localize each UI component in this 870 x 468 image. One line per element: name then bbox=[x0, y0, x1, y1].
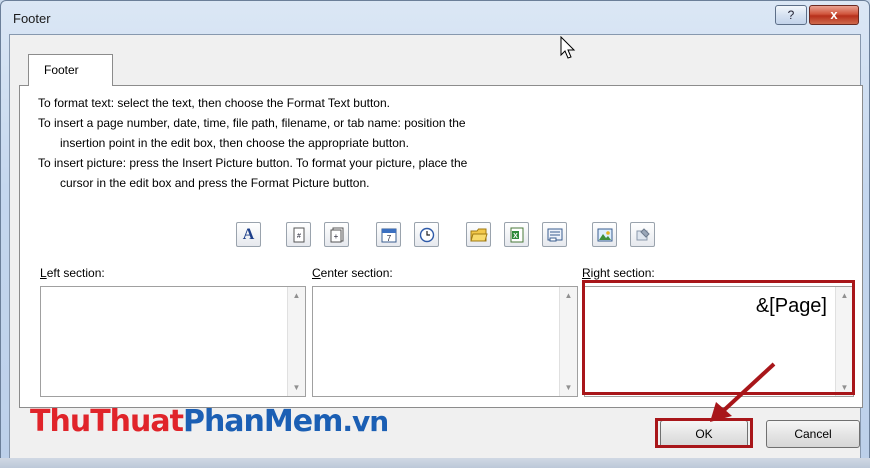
page-number-icon: # bbox=[293, 227, 304, 242]
center-section-input[interactable]: ▲ ▼ bbox=[312, 286, 578, 397]
insert-time-button[interactable] bbox=[414, 222, 439, 247]
right-section-label-accel: R bbox=[582, 266, 591, 280]
help-button[interactable]: ? bbox=[775, 5, 807, 25]
format-picture-icon bbox=[636, 227, 650, 240]
letter-a-icon: A bbox=[242, 225, 255, 243]
left-section-label-accel: L bbox=[40, 266, 47, 280]
watermark-part: PhanMem bbox=[182, 404, 343, 439]
insert-page-number-button[interactable]: # bbox=[286, 222, 311, 247]
right-section-value: &[Page] bbox=[755, 295, 827, 317]
left-section-label: Left section: bbox=[40, 266, 105, 280]
annotation-arrow-icon bbox=[710, 362, 776, 422]
instruction-line: insertion point in the edit box, then ch… bbox=[60, 136, 409, 150]
insert-date-button[interactable]: 7 bbox=[376, 222, 401, 247]
insert-sheet-name-button[interactable] bbox=[542, 222, 567, 247]
format-picture-button[interactable] bbox=[630, 222, 655, 247]
watermark-logo: ThuThuatPhanMem.vn bbox=[30, 404, 389, 439]
close-button[interactable]: x bbox=[809, 5, 859, 25]
instruction-line: To insert a page number, date, time, fil… bbox=[38, 116, 466, 130]
scroll-down-icon[interactable]: ▼ bbox=[836, 379, 853, 396]
right-section-label-text: ight section: bbox=[590, 266, 655, 280]
watermark-part: .vn bbox=[342, 405, 389, 438]
tab-footer[interactable]: Footer bbox=[28, 54, 113, 86]
svg-text:X: X bbox=[513, 233, 518, 240]
svg-text:7: 7 bbox=[386, 234, 391, 243]
calendar-icon: 7 bbox=[381, 228, 396, 243]
center-section-label: Center section: bbox=[312, 266, 393, 280]
sheet-tab-icon bbox=[547, 228, 562, 241]
insert-number-of-pages-button[interactable]: + bbox=[324, 222, 349, 247]
title-bar[interactable]: Footer ? x bbox=[1, 1, 869, 35]
instruction-line: To format text: select the text, then ch… bbox=[38, 96, 390, 110]
svg-text:+: + bbox=[333, 232, 338, 241]
left-section-input[interactable]: ▲ ▼ bbox=[40, 286, 306, 397]
scroll-up-icon[interactable]: ▲ bbox=[836, 287, 853, 304]
scroll-up-icon[interactable]: ▲ bbox=[560, 287, 577, 304]
picture-icon bbox=[597, 228, 612, 241]
scroll-down-icon[interactable]: ▼ bbox=[560, 379, 577, 396]
watermark-part: Thuat bbox=[90, 404, 184, 439]
insert-picture-button[interactable] bbox=[592, 222, 617, 247]
left-section-label-text: eft section: bbox=[46, 266, 105, 280]
folder-icon bbox=[469, 228, 488, 241]
left-section-scrollbar[interactable]: ▲ ▼ bbox=[287, 287, 305, 396]
right-section-label: Right section: bbox=[582, 266, 655, 280]
insert-file-path-button[interactable] bbox=[466, 222, 491, 247]
svg-text:#: # bbox=[297, 233, 301, 240]
scroll-up-icon[interactable]: ▲ bbox=[288, 287, 305, 304]
pages-count-icon: + bbox=[330, 227, 343, 242]
mouse-cursor-icon bbox=[560, 36, 576, 59]
center-section-label-accel: C bbox=[312, 266, 321, 280]
instructions: To format text: select the text, then ch… bbox=[38, 93, 598, 193]
scroll-down-icon[interactable]: ▼ bbox=[288, 379, 305, 396]
window-bottom-edge bbox=[0, 458, 870, 468]
format-text-button[interactable]: A bbox=[236, 222, 261, 247]
watermark-part: Thu bbox=[30, 404, 91, 439]
center-section-label-text: enter section: bbox=[320, 266, 393, 280]
instruction-line: cursor in the edit box and press the For… bbox=[60, 176, 370, 190]
cancel-button[interactable]: Cancel bbox=[766, 420, 860, 448]
window-title: Footer bbox=[13, 11, 51, 26]
excel-file-icon: X bbox=[510, 227, 523, 242]
right-section-scrollbar[interactable]: ▲ ▼ bbox=[835, 287, 853, 396]
center-section-scrollbar[interactable]: ▲ ▼ bbox=[559, 287, 577, 396]
instruction-line: To insert picture: press the Insert Pict… bbox=[38, 156, 468, 170]
insert-file-name-button[interactable]: X bbox=[504, 222, 529, 247]
clock-icon bbox=[419, 227, 434, 242]
ok-button[interactable]: OK bbox=[660, 420, 748, 448]
